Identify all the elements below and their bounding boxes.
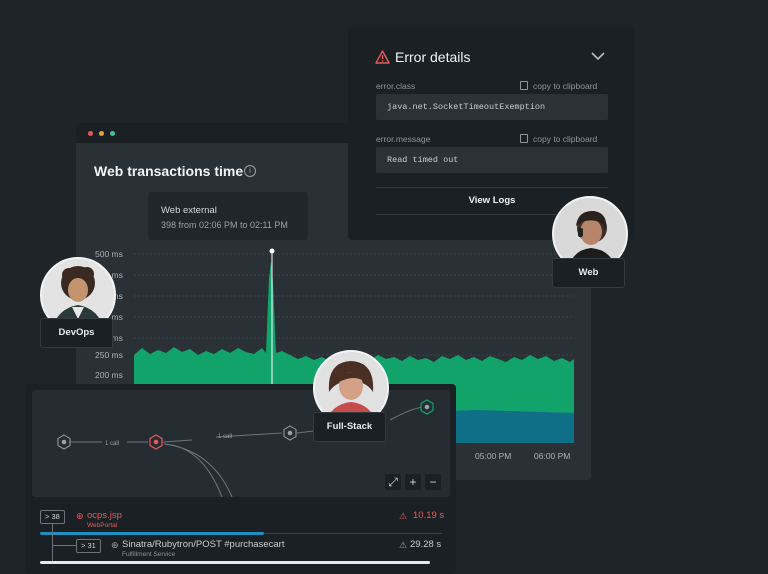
- x-tick-label: 05:00 PM: [475, 451, 512, 461]
- y-tick-label: 500 ms: [95, 249, 123, 259]
- x-tick-label: 06:00 PM: [534, 451, 571, 461]
- cursor-point[interactable]: [269, 248, 275, 254]
- copy-label: copy to clipboard: [533, 134, 598, 144]
- copy-message-button[interactable]: copy to clipboard: [520, 134, 597, 144]
- copy-label: copy to clipboard: [533, 81, 598, 91]
- copy-icon: [520, 134, 528, 143]
- error-message-field[interactable]: Read timed out: [376, 147, 608, 173]
- service-name[interactable]: Sinatra/Rubytron/POST #purchasecart: [122, 539, 284, 550]
- healthy-service-node[interactable]: [420, 399, 434, 415]
- service-app-name: WebPortal: [87, 522, 118, 529]
- warning-icon: [375, 50, 390, 64]
- service-duration: 29.28 s: [410, 539, 442, 550]
- tooltip-detail: 398 from 02:06 PM to 02:11 PM: [161, 220, 288, 230]
- minus-icon[interactable]: −: [425, 474, 441, 490]
- fullstack-persona-label: Full-Stack: [313, 412, 386, 442]
- expand-icon[interactable]: ⤢: [385, 474, 401, 490]
- edge-label: 1 call: [105, 441, 119, 447]
- duration-track: [264, 533, 442, 534]
- copy-icon: [520, 81, 528, 90]
- error-class-label: error.class: [376, 81, 416, 91]
- error-service-node[interactable]: [149, 434, 163, 450]
- tooltip-title: Web external: [161, 205, 217, 216]
- service-node[interactable]: [283, 425, 297, 441]
- devops-persona-label: DevOps: [40, 318, 113, 348]
- chart-tooltip: Web external 398 from 02:06 PM to 02:11 …: [148, 192, 308, 240]
- copy-class-button[interactable]: copy to clipboard: [520, 81, 597, 91]
- service-name[interactable]: ocps.jsp: [87, 510, 122, 521]
- error-details-title: Error details: [395, 49, 471, 65]
- service-app-name: Fulfillment Service: [122, 551, 176, 558]
- globe-icon: ⊕: [76, 511, 84, 521]
- duration-bar: [40, 532, 264, 535]
- warning-icon: ⚠: [399, 540, 408, 550]
- error-message-label: error.message: [376, 134, 431, 144]
- plus-icon[interactable]: +: [405, 474, 421, 490]
- error-message-value: Read timed out: [387, 155, 459, 165]
- call-count-badge[interactable]: > 38: [40, 510, 65, 524]
- error-class-value: java.net.SocketTimeoutExemption: [387, 102, 546, 112]
- globe-icon: ⊕: [111, 540, 119, 550]
- service-map-panel: 1 call 1 call ⤢ + − > 38 ⊕ ocps.jsp WebP…: [26, 384, 456, 574]
- warning-icon: ⚠: [399, 511, 408, 521]
- error-class-field[interactable]: java.net.SocketTimeoutExemption: [376, 94, 608, 120]
- edge-label: 1 call: [218, 434, 232, 440]
- call-count-badge[interactable]: > 31: [76, 539, 101, 553]
- tree-connector: [52, 524, 53, 564]
- chevron-down-icon[interactable]: [591, 52, 605, 61]
- y-tick-label: 250 ms: [95, 350, 123, 360]
- y-tick-label: 200 ms: [95, 370, 123, 380]
- service-map-canvas: 1 call 1 call ⤢ + −: [32, 390, 450, 498]
- duration-bar: [40, 561, 430, 564]
- web-persona-label: Web: [552, 258, 625, 288]
- tree-connector: [52, 545, 76, 546]
- service-duration: 10.19 s: [413, 510, 445, 521]
- service-node[interactable]: [57, 434, 71, 450]
